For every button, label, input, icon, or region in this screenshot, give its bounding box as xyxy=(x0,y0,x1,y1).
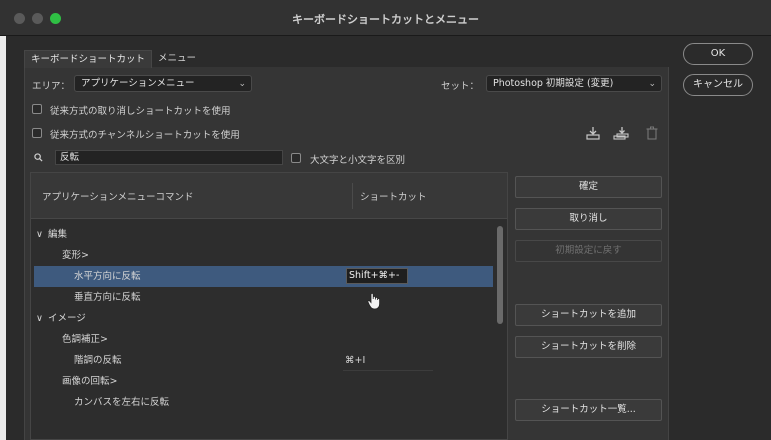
list-item[interactable]: 色調補正> xyxy=(31,329,493,350)
cancel-button[interactable]: キャンセル xyxy=(683,74,753,96)
vertical-scrollbar[interactable] xyxy=(497,226,503,324)
row-label: イメージ xyxy=(48,313,86,324)
list-item[interactable]: 階調の反転 ⌘+I xyxy=(31,350,493,371)
area-label: エリア： xyxy=(32,81,71,92)
undo-button[interactable]: 取り消し xyxy=(515,208,662,230)
tab-bar: キーボードショートカット メニュー xyxy=(24,50,202,68)
area-select-value: アプリケーションメニュー xyxy=(81,78,195,89)
search-icon xyxy=(34,153,43,162)
match-case-label: 大文字と小文字を区別 xyxy=(310,155,406,166)
command-list: アプリケーションメニューコマンド ショートカット ∨ 編集 変形> 水平方向に反… xyxy=(30,172,508,440)
row-shortcut: ⌘+I xyxy=(345,355,366,366)
search-input[interactable]: 反転 xyxy=(55,150,283,165)
area-select[interactable]: アプリケーションメニュー ⌄ xyxy=(74,75,252,92)
list-item[interactable]: ∨ イメージ xyxy=(31,308,493,329)
row-label: 編集 xyxy=(48,229,68,240)
row-label: 垂直方向に反転 xyxy=(74,292,141,303)
row-label: 色調補正> xyxy=(62,334,108,345)
delete-shortcut-button[interactable]: ショートカットを削除 xyxy=(515,336,662,358)
chevron-down-icon: ⌄ xyxy=(238,79,246,89)
legacy-undo-checkbox[interactable] xyxy=(32,104,42,114)
list-header: アプリケーションメニューコマンド ショートカット xyxy=(31,173,507,219)
list-item[interactable]: カンバスを左右に反転 xyxy=(31,392,493,413)
save-set-as-icon[interactable] xyxy=(613,126,629,140)
tab-menus[interactable]: メニュー xyxy=(152,50,202,68)
set-select[interactable]: Photoshop 初期設定 (変更) ⌄ xyxy=(486,75,662,92)
row-label: 階調の反転 xyxy=(74,355,122,366)
use-default-button[interactable]: 初期設定に戻す xyxy=(515,240,662,262)
list-item[interactable]: 画像の回転> xyxy=(31,371,493,392)
background-window-edge xyxy=(0,36,6,440)
chevron-down-icon: ⌄ xyxy=(648,79,656,89)
legacy-channel-checkbox[interactable] xyxy=(32,128,42,138)
column-header-command[interactable]: アプリケーションメニューコマンド xyxy=(42,189,194,203)
expand-chevron-icon[interactable]: ∨ xyxy=(36,308,43,329)
row-label: 変形> xyxy=(62,250,89,261)
expand-chevron-icon[interactable]: ∨ xyxy=(36,224,43,245)
legacy-channel-label: 従来方式のチャンネルショートカットを使用 xyxy=(50,130,240,141)
match-case-checkbox[interactable] xyxy=(291,153,301,163)
add-shortcut-button[interactable]: ショートカットを追加 xyxy=(515,304,662,326)
column-divider xyxy=(352,183,353,209)
accept-button[interactable]: 確定 xyxy=(515,176,662,198)
row-label: カンバスを左右に反転 xyxy=(74,397,170,408)
set-select-value: Photoshop 初期設定 (変更) xyxy=(493,78,614,89)
row-label: 画像の回転> xyxy=(62,376,118,387)
tab-keyboard-shortcuts[interactable]: キーボードショートカット xyxy=(24,50,153,68)
window-title: キーボードショートカットとメニュー xyxy=(292,13,479,26)
ok-button[interactable]: OK xyxy=(683,43,753,65)
title-bar: キーボードショートカットとメニュー xyxy=(0,0,771,36)
set-label: セット： xyxy=(441,81,480,92)
summarize-button[interactable]: ショートカット一覧... xyxy=(515,399,662,421)
save-set-icon[interactable] xyxy=(585,126,601,140)
column-header-shortcut[interactable]: ショートカット xyxy=(360,189,427,203)
list-item[interactable]: ∨ 編集 xyxy=(31,224,493,245)
hand-cursor-icon xyxy=(367,293,380,310)
legacy-undo-label: 従来方式の取り消しショートカットを使用 xyxy=(50,106,231,117)
list-item[interactable]: 変形> xyxy=(31,245,493,266)
list-item[interactable]: 垂直方向に反転 xyxy=(31,287,493,308)
trash-icon[interactable] xyxy=(644,126,660,140)
dialog-window: キーボードショートカットとメニュー キーボードショートカット メニュー エリア：… xyxy=(0,0,771,440)
row-label: 水平方向に反転 xyxy=(74,271,141,282)
shortcut-edit-field[interactable]: Shift+⌘+- xyxy=(346,268,408,284)
list-item-selected[interactable]: 水平方向に反転 Shift+⌘+- xyxy=(34,266,493,287)
